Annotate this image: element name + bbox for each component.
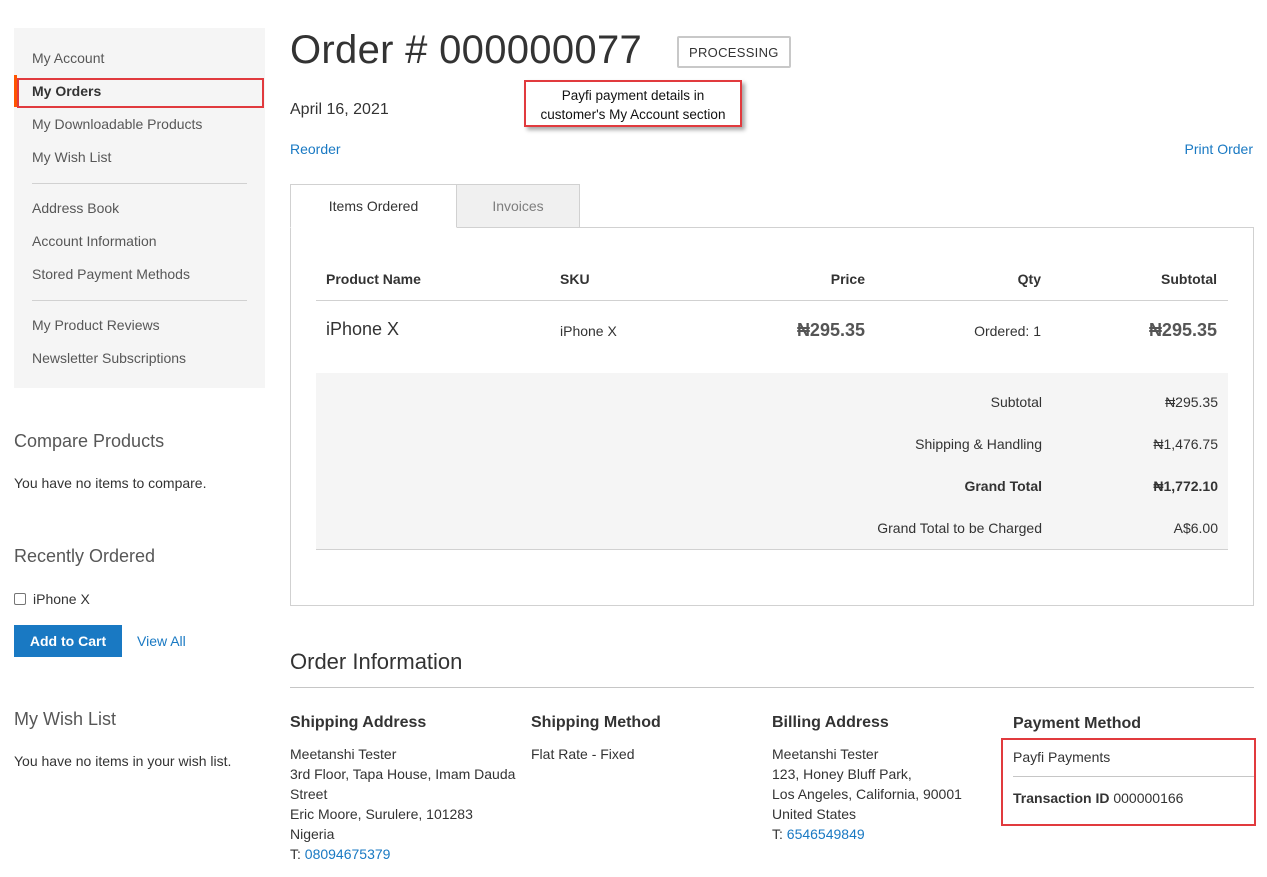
nav-account-information[interactable]: Account Information	[32, 233, 157, 249]
order-totals: Subtotal ₦295.35 Shipping & Handling ₦1,…	[316, 373, 1228, 550]
nav-wish-list[interactable]: My Wish List	[32, 149, 111, 165]
billing-address-line: United States	[772, 806, 857, 822]
compare-products-empty-text: You have no items to compare.	[14, 475, 207, 491]
totals-subtotal-label: Subtotal	[990, 394, 1042, 410]
payment-method-name: Payfi Payments	[1013, 749, 1111, 765]
annotation-callout: Payfi payment details in customer's My A…	[524, 80, 742, 127]
compare-products-title: Compare Products	[14, 431, 165, 451]
item-price: ₦295.35	[796, 320, 865, 340]
items-ordered-panel: Product Name SKU Price Qty Subtotal iPho…	[290, 227, 1254, 606]
nav-divider	[32, 183, 247, 184]
shipping-method-title: Shipping Method	[531, 714, 661, 731]
shipping-method-text: Flat Rate - Fixed	[531, 746, 635, 762]
col-header-qty: Qty	[1017, 271, 1041, 287]
shipping-address-block: Meetanshi Tester 3rd Floor, Tapa House, …	[290, 744, 515, 864]
payment-method-highlight-box: Payfi Payments Transaction ID 000000166	[1001, 738, 1256, 826]
print-order-link[interactable]: Print Order	[1185, 141, 1253, 157]
col-header-subtotal: Subtotal	[1161, 271, 1217, 287]
item-subtotal: ₦295.35	[1148, 320, 1217, 340]
totals-shipping-value: ₦1,476.75	[1153, 436, 1218, 452]
recently-ordered-title: Recently Ordered	[14, 546, 156, 566]
recently-ordered-item: iPhone X	[14, 591, 90, 607]
nav-my-orders[interactable]: My Orders	[32, 83, 101, 99]
nav-divider	[32, 300, 247, 301]
wish-list-empty-text: You have no items in your wish list.	[14, 753, 232, 769]
billing-phone-prefix: T:	[772, 826, 787, 842]
order-date: April 16, 2021	[290, 101, 389, 118]
tab-items-ordered[interactable]: Items Ordered	[290, 184, 457, 228]
order-information-divider	[290, 687, 1254, 688]
totals-shipping-label: Shipping & Handling	[915, 436, 1042, 452]
col-header-price: Price	[830, 271, 865, 287]
nav-newsletter-subscriptions[interactable]: Newsletter Subscriptions	[32, 350, 186, 366]
billing-address-block: Meetanshi Tester 123, Honey Bluff Park, …	[772, 744, 962, 844]
totals-subtotal-value: ₦295.35	[1165, 394, 1218, 410]
view-all-link[interactable]: View All	[137, 633, 186, 649]
nav-stored-payment-methods[interactable]: Stored Payment Methods	[32, 266, 190, 282]
billing-address-line: Meetanshi Tester	[772, 746, 879, 762]
payment-method-divider	[1013, 776, 1254, 777]
totals-grand-total-label: Grand Total	[964, 478, 1042, 494]
totals-charged-label: Grand Total to be Charged	[877, 520, 1042, 536]
totals-grand-total-value: ₦1,772.10	[1153, 478, 1218, 494]
billing-address-line: Los Angeles, California, 90001	[772, 786, 962, 802]
billing-address-title: Billing Address	[772, 714, 889, 731]
wish-list-title: My Wish List	[14, 709, 117, 729]
shipping-phone: T: 08094675379	[290, 844, 515, 864]
shipping-phone-prefix: T:	[290, 846, 305, 862]
shipping-address-title: Shipping Address	[290, 714, 427, 731]
add-to-cart-button[interactable]: Add to Cart	[14, 625, 122, 657]
tab-invoices[interactable]: Invoices	[456, 184, 580, 228]
nav-address-book[interactable]: Address Book	[32, 200, 119, 216]
payment-method-title: Payment Method	[1013, 715, 1142, 732]
transaction-id: Transaction ID 000000166	[1013, 788, 1183, 808]
item-qty: Ordered: 1	[974, 323, 1041, 339]
reorder-link[interactable]: Reorder	[290, 141, 341, 157]
shipping-phone-link[interactable]: 08094675379	[305, 846, 391, 862]
callout-line-1: Payfi payment details in	[561, 88, 705, 103]
billing-address-line: 123, Honey Bluff Park,	[772, 766, 912, 782]
page-title: Order # 000000077	[290, 28, 643, 72]
shipping-address-line: Meetanshi Tester	[290, 746, 397, 762]
nav-downloadable-products[interactable]: My Downloadable Products	[32, 116, 202, 132]
transaction-id-value: 000000166	[1113, 790, 1184, 806]
recently-ordered-item-name: iPhone X	[33, 591, 90, 607]
shipping-address-line: 3rd Floor, Tapa House, Imam Dauda	[290, 766, 516, 782]
order-status-badge: PROCESSING	[677, 36, 791, 68]
col-header-sku: SKU	[560, 271, 590, 287]
item-sku: iPhone X	[560, 323, 617, 339]
billing-phone-link[interactable]: 6546549849	[787, 826, 865, 842]
totals-charged-value: A$6.00	[1173, 520, 1218, 536]
shipping-address-line: Street	[290, 786, 328, 802]
shipping-address-line: Eric Moore, Surulere, 101283	[290, 806, 473, 822]
col-header-product-name: Product Name	[326, 271, 421, 287]
callout-line-2: customer's My Account section	[540, 107, 726, 122]
billing-phone: T: 6546549849	[772, 824, 962, 844]
shipping-address-line: Nigeria	[290, 826, 335, 842]
item-product-name: iPhone X	[326, 319, 400, 339]
recently-ordered-checkbox[interactable]	[14, 593, 26, 605]
nav-product-reviews[interactable]: My Product Reviews	[32, 317, 160, 333]
table-header-divider	[316, 300, 1228, 301]
order-information-title: Order Information	[290, 649, 463, 674]
transaction-id-label: Transaction ID	[1013, 790, 1110, 806]
nav-my-account[interactable]: My Account	[32, 50, 104, 66]
account-nav: My Account My Orders My Downloadable Pro…	[14, 28, 265, 388]
